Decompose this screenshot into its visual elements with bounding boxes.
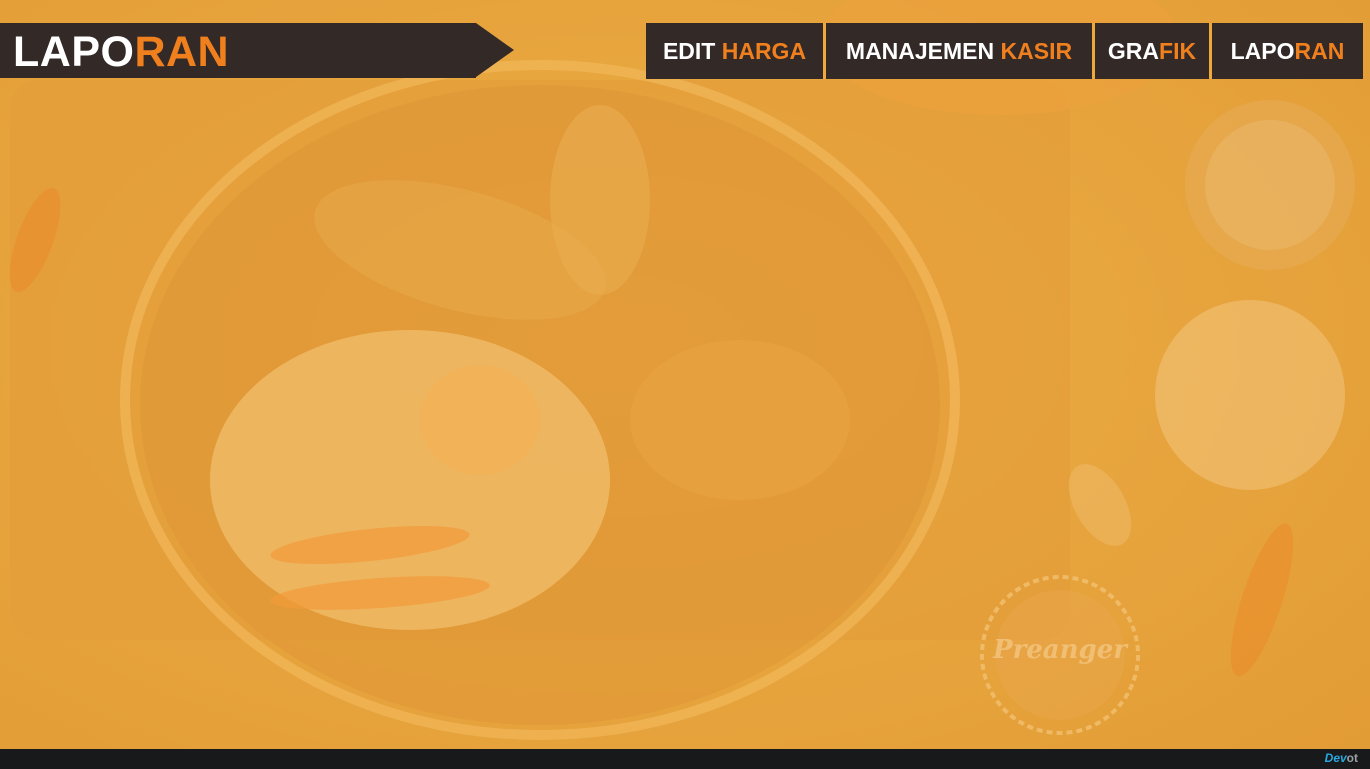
nav-edit-harga[interactable]: EDIT HARGA xyxy=(646,23,823,79)
nav-grafik-label-1: GRA xyxy=(1107,37,1160,64)
top-navigation: EDIT HARGA MANAJEMEN KASIR GRA FIK LAPO RA… xyxy=(646,23,1363,79)
footer-brand: Devot xyxy=(1325,751,1358,765)
footer-brand-part-1: Dev xyxy=(1324,751,1347,765)
watermark-logo: Preanger xyxy=(993,635,1127,665)
page-title: LAPORAN xyxy=(13,28,229,76)
nav-manajemen-kasir[interactable]: MANAJEMEN KASIR xyxy=(826,23,1092,79)
background-food-photo: Preanger xyxy=(0,0,1370,769)
footer-brand-part-2: ot xyxy=(1346,751,1358,765)
nav-edit-harga-label-1: EDIT xyxy=(662,37,722,64)
nav-manajemen-kasir-label-1: MANAJEMEN xyxy=(845,37,1001,64)
nav-laporan-label-2: RAN xyxy=(1294,37,1345,64)
nav-manajemen-kasir-label-2: KASIR xyxy=(1000,37,1073,64)
nav-grafik-label-2: FIK xyxy=(1159,37,1197,64)
nav-grafik[interactable]: GRA FIK xyxy=(1095,23,1209,79)
nav-laporan-label-1: LAPO xyxy=(1230,37,1295,64)
page-title-part-1: LAPO xyxy=(13,28,135,76)
footer-bar: Devot xyxy=(0,749,1370,769)
page-title-arrow xyxy=(476,23,514,77)
page-title-part-2: RAN xyxy=(134,28,230,76)
nav-laporan[interactable]: LAPO RAN xyxy=(1212,23,1363,79)
nav-edit-harga-label-2: HARGA xyxy=(721,37,807,64)
